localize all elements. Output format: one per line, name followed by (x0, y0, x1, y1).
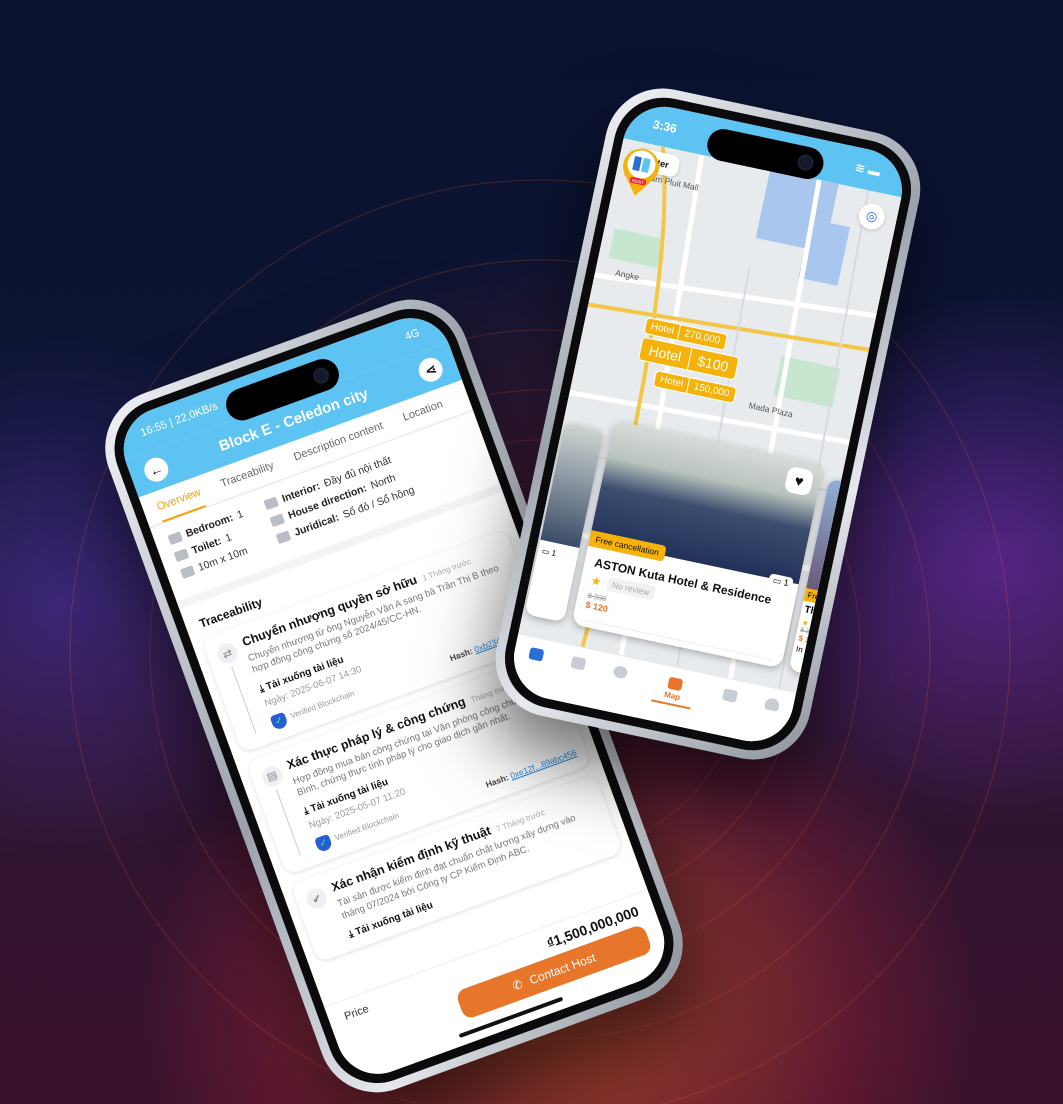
bedroom-value: 1 (235, 508, 246, 522)
bed-icon (167, 531, 184, 546)
bed-count: 1 (782, 577, 790, 589)
status-time: 3:36 (651, 117, 679, 136)
direction-value: North (369, 471, 398, 492)
status-right: 4G (403, 326, 422, 344)
price-label: Price (342, 1002, 371, 1023)
toilet-value: 1 (223, 531, 234, 545)
interior-icon (263, 496, 280, 511)
shield-check-icon: ✓ (269, 711, 289, 731)
back-button[interactable]: ← (140, 454, 172, 486)
arrow-left-icon: ← (146, 459, 166, 480)
nav-home[interactable] (569, 655, 587, 671)
favorite-button[interactable]: ♥ (783, 465, 815, 497)
wifi-battery-icon: ≋ ▬ (853, 160, 882, 180)
hash-label: Hash: (448, 645, 475, 664)
nav-map-label: Map (663, 689, 681, 703)
toilet-icon (173, 548, 190, 563)
logo-icon (527, 646, 544, 662)
nav-map[interactable]: Map (650, 674, 696, 710)
nav-logo[interactable] (527, 646, 544, 662)
nav-chat[interactable] (721, 688, 738, 703)
share-icon: ⋖ (422, 359, 439, 379)
nav-profile[interactable] (763, 697, 780, 712)
clipboard-icon: ▤ (259, 763, 285, 790)
map-icon (666, 676, 683, 692)
compass-icon (269, 513, 286, 528)
nav-play[interactable] (611, 664, 629, 680)
hash-label: Hash: (484, 771, 510, 790)
document-icon (276, 530, 292, 544)
contact-host-label: Contact Host (527, 950, 598, 988)
area-icon (179, 565, 196, 580)
phone-icon: ✆ (510, 976, 525, 994)
home-icon (569, 655, 587, 671)
target-icon: ◎ (864, 207, 879, 225)
bed-count: 1 (550, 548, 557, 559)
transfer-icon: ⇄ (214, 640, 241, 667)
profile-icon (763, 697, 780, 712)
hotel-card[interactable]: ♥ Free cancellation ▭ 1 ASTON Kuta Hotel… (571, 420, 825, 669)
heart-icon: ♥ (792, 471, 806, 491)
check-badge-icon: ✔ (303, 886, 330, 912)
shield-check-icon: ✓ (314, 834, 334, 854)
star-icon: ★ (589, 573, 603, 590)
chat-icon (721, 688, 738, 703)
share-button[interactable]: ⋖ (415, 354, 447, 386)
play-icon (611, 664, 629, 680)
